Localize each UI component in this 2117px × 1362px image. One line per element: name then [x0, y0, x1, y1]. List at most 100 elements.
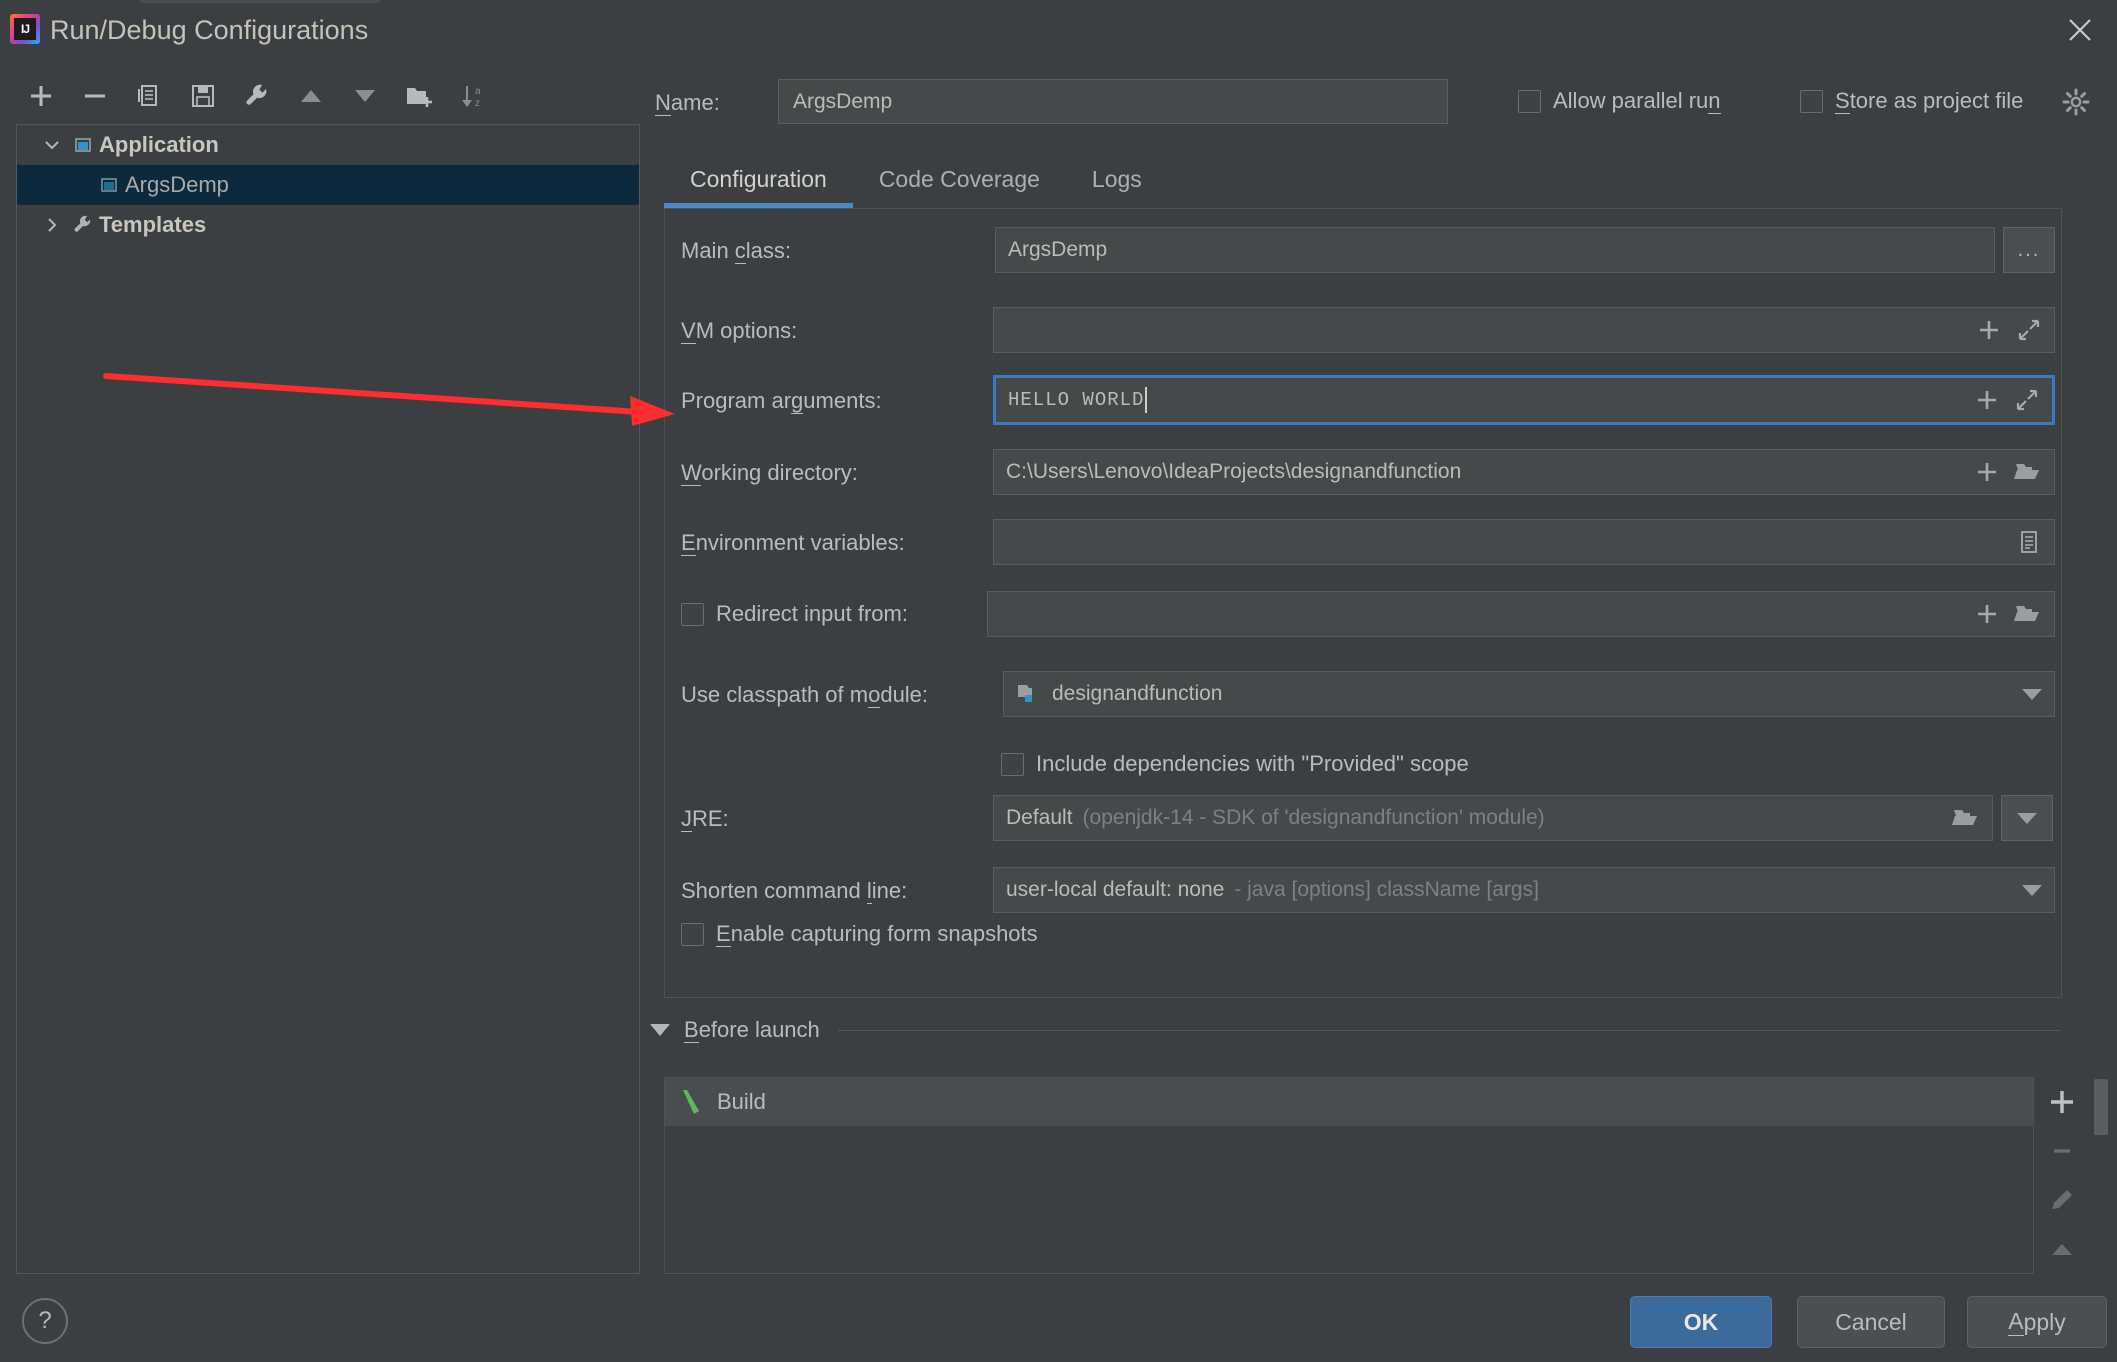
redirect-input-row: Redirect input from: — [665, 591, 2063, 639]
plus-icon[interactable] — [1974, 601, 2000, 627]
before-launch-scrollbar-thumb[interactable] — [2094, 1079, 2108, 1135]
chevron-down-icon[interactable] — [2022, 689, 2042, 700]
apply-button[interactable]: Apply — [1967, 1296, 2107, 1348]
expand-icon[interactable] — [2016, 317, 2042, 343]
main-class-browse-button[interactable]: ... — [2003, 227, 2055, 273]
before-launch-actions — [2034, 1077, 2090, 1274]
tab-logs[interactable]: Logs — [1066, 152, 1168, 208]
redirect-input-checkbox[interactable]: Redirect input from: — [681, 601, 908, 627]
remove-task-button[interactable] — [2034, 1126, 2090, 1175]
window-title: Run/Debug Configurations — [50, 11, 368, 49]
application-icon — [67, 125, 99, 165]
classpath-module-label: Use classpath of module: — [681, 671, 928, 719]
jre-combobox[interactable]: Default (openjdk-14 - SDK of 'designandf… — [993, 795, 1993, 841]
checkbox-box — [681, 923, 704, 946]
before-launch-list: Build — [664, 1077, 2034, 1274]
plus-icon[interactable] — [1974, 459, 2000, 485]
folder-icon[interactable] — [1952, 805, 1980, 831]
shorten-command-line-detail: - java [options] className [args] — [1234, 878, 1539, 902]
plus-icon[interactable] — [1974, 387, 2000, 413]
form-snapshots-label: Enable capturing form snapshots — [716, 921, 1038, 947]
working-directory-row: Working directory: C:\Users\Lenovo\IdeaP… — [665, 449, 2063, 497]
folder-icon[interactable] — [2014, 459, 2042, 485]
plus-icon[interactable] — [1976, 317, 2002, 343]
configurations-tree: Application ArgsDemp Templ — [16, 124, 640, 1274]
tree-item-templates[interactable]: Templates — [17, 205, 639, 245]
title-bar: IJ Run/Debug Configurations — [0, 0, 2117, 62]
working-directory-field[interactable]: C:\Users\Lenovo\IdeaProjects\designandfu… — [993, 449, 2055, 495]
move-down-button[interactable] — [338, 70, 392, 122]
jre-dropdown-button[interactable] — [2001, 795, 2053, 841]
allow-parallel-run-checkbox[interactable]: Allow parallel run — [1518, 88, 1721, 114]
checkbox-box — [1001, 753, 1024, 776]
expand-icon[interactable] — [2014, 387, 2040, 413]
redirect-input-label: Redirect input from: — [716, 601, 908, 627]
vm-options-field[interactable] — [993, 307, 2055, 353]
chevron-right-icon[interactable] — [37, 205, 67, 245]
program-arguments-field[interactable]: HELLO WORLD — [993, 375, 2055, 425]
tab-code-coverage[interactable]: Code Coverage — [853, 152, 1066, 208]
chevron-down-icon[interactable] — [37, 125, 67, 165]
folder-icon[interactable] — [2014, 601, 2042, 627]
application-icon — [93, 165, 125, 205]
store-as-project-file-checkbox[interactable]: Store as project file — [1800, 88, 2023, 114]
tree-item-argsdemp[interactable]: ArgsDemp — [17, 165, 639, 205]
copy-configuration-button[interactable] — [122, 70, 176, 122]
classpath-module-value: designandfunction — [1052, 682, 1222, 706]
jre-label: JRE: — [681, 795, 729, 843]
move-up-button[interactable] — [284, 70, 338, 122]
environment-variables-row: Environment variables: — [665, 519, 2063, 567]
environment-variables-label: Environment variables: — [681, 519, 905, 567]
allow-parallel-run-label: Allow parallel run — [1553, 88, 1721, 114]
shorten-command-line-value: user-local default: none — [1006, 878, 1224, 902]
gear-icon[interactable] — [2062, 88, 2090, 121]
chevron-down-icon — [650, 1024, 670, 1036]
list-icon[interactable] — [2016, 529, 2042, 555]
include-provided-scope-checkbox[interactable]: Include dependencies with "Provided" sco… — [1001, 751, 1469, 777]
edit-task-button[interactable] — [2034, 1176, 2090, 1225]
remove-configuration-button[interactable] — [68, 70, 122, 122]
environment-variables-field[interactable] — [993, 519, 2055, 565]
name-input[interactable] — [778, 79, 1448, 124]
add-configuration-button[interactable] — [14, 70, 68, 122]
wrench-icon[interactable] — [230, 70, 284, 122]
cancel-button[interactable]: Cancel — [1797, 1296, 1945, 1348]
name-label: Name: — [655, 90, 720, 116]
ok-button[interactable]: OK — [1630, 1296, 1772, 1348]
tab-configuration[interactable]: Configuration — [664, 152, 853, 208]
jre-value: Default — [1006, 806, 1073, 830]
text-caret — [1145, 387, 1147, 413]
form-snapshots-checkbox[interactable]: Enable capturing form snapshots — [681, 921, 1038, 947]
configurations-toolbar: a z — [14, 70, 634, 122]
configuration-tabs: Configuration Code Coverage Logs — [664, 152, 2064, 212]
classpath-module-combobox[interactable]: designandfunction — [1003, 671, 2055, 717]
save-configuration-button[interactable] — [176, 70, 230, 122]
sort-az-icon[interactable]: a z — [446, 70, 500, 122]
shorten-command-line-label: Shorten command line: — [681, 867, 907, 915]
intellij-idea-icon: IJ — [10, 14, 40, 44]
help-button[interactable]: ? — [22, 1298, 68, 1344]
checkbox-box — [681, 603, 704, 626]
before-launch-header[interactable]: Before launch — [650, 1010, 2060, 1050]
before-launch-item-build[interactable]: Build — [665, 1078, 2033, 1126]
vm-options-label: VM options: — [681, 307, 797, 355]
tree-item-label: Templates — [99, 205, 206, 245]
tree-item-application[interactable]: Application — [17, 125, 639, 165]
include-provided-scope-label: Include dependencies with "Provided" sco… — [1036, 751, 1469, 777]
run-debug-configurations-dialog: IJ Run/Debug Configurations — [0, 0, 2117, 1362]
working-directory-label: Working directory: — [681, 449, 858, 497]
add-task-button[interactable] — [2034, 1077, 2090, 1126]
tree-item-label: Application — [99, 125, 219, 165]
redirect-input-field[interactable] — [987, 591, 2055, 637]
shorten-command-line-row: Shorten command line: user-local default… — [665, 867, 2063, 915]
close-icon[interactable] — [2057, 8, 2103, 52]
move-task-up-button[interactable] — [2034, 1225, 2090, 1274]
shorten-command-line-combobox[interactable]: user-local default: none - java [options… — [993, 867, 2055, 913]
working-directory-value: C:\Users\Lenovo\IdeaProjects\designandfu… — [1006, 460, 1461, 484]
before-launch-label: Before launch — [684, 1017, 820, 1043]
chevron-down-icon[interactable] — [2022, 885, 2042, 896]
main-class-field[interactable]: ArgsDemp — [995, 227, 1995, 273]
build-hammer-icon — [679, 1087, 705, 1117]
create-folder-button[interactable] — [392, 70, 446, 122]
wrench-icon — [67, 205, 99, 245]
